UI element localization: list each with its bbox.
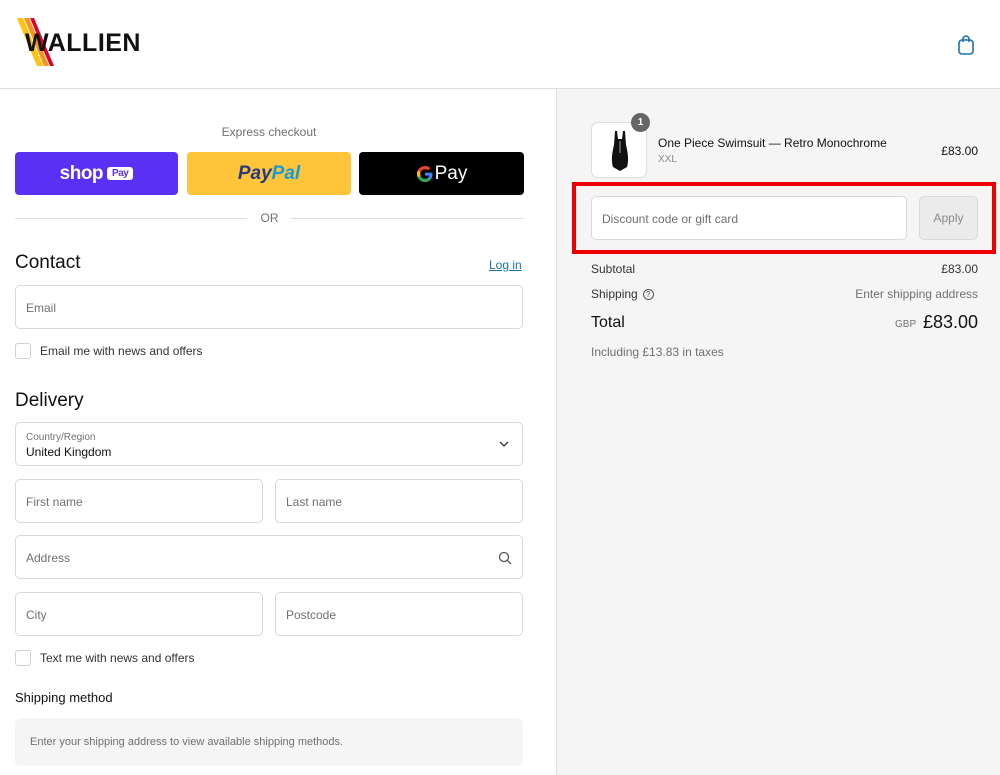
sms-news-option[interactable]: Text me with news and offers [15,650,195,666]
product-name: One Piece Swimsuit — Retro Monochrome [658,136,887,150]
search-icon [498,551,512,565]
checkout-form: Express checkout shop Pay PayPal Pay OR C… [0,89,556,775]
subtotal-row: Subtotal £83.00 [591,262,978,276]
brand-logo[interactable]: WALLIEN [15,16,141,68]
google-g-icon [416,165,433,182]
product-price: £83.00 [941,144,978,158]
subtotal-value: £83.00 [941,262,978,276]
google-pay-button[interactable]: Pay [359,152,524,195]
tax-note: Including £13.83 in taxes [591,345,724,359]
or-divider: OR [15,210,524,226]
express-checkout-label: Express checkout [221,125,317,139]
sms-news-label: Text me with news and offers [40,651,195,665]
shipping-method-placeholder: Enter your shipping address to view avai… [30,736,344,748]
email-field[interactable]: Email [15,285,523,329]
quantity-badge: 1 [631,113,650,132]
total-value: £83.00 [922,312,978,332]
country-select[interactable]: Country/Region United Kingdom [15,422,523,466]
help-circle-icon[interactable]: ? [642,289,654,301]
last-name-field[interactable]: Last name [275,479,523,523]
shopping-bag-icon[interactable] [956,34,976,56]
email-news-checkbox[interactable] [15,343,31,359]
city-field[interactable]: City [15,592,263,636]
header: WALLIEN [0,0,1000,89]
paypal-button[interactable]: PayPal [187,152,351,195]
shipping-method-title: Shipping method [15,690,113,705]
apply-discount-button[interactable]: Apply [919,196,978,240]
log-in-link[interactable]: Log in [489,258,522,272]
contact-title: Contact [15,252,81,273]
address-field[interactable]: Address [15,535,523,579]
postcode-field[interactable]: Postcode [275,592,523,636]
country-label: Country/Region [26,432,96,443]
total-currency: GBP [895,319,917,330]
subtotal-label: Subtotal [591,262,636,276]
shipping-method-box: Enter your shipping address to view avai… [15,718,523,766]
total-label: Total [591,314,625,331]
email-news-option[interactable]: Email me with news and offers [15,343,203,359]
shop-pay-logo: shop Pay [60,163,134,185]
shipping-value: Enter shipping address [855,287,978,301]
brand-name: WALLIEN [25,29,141,57]
shop-pay-button[interactable]: shop Pay [15,152,178,195]
product-variant: XXL [658,154,677,165]
paypal-logo: PayPal [237,162,301,184]
shipping-label: Shipping [591,287,638,301]
shipping-row: Shipping? Enter shipping address [591,287,978,301]
first-name-field[interactable]: First name [15,479,263,523]
discount-code-field[interactable]: Discount code or gift card [591,196,907,240]
sms-news-checkbox[interactable] [15,650,31,666]
delivery-title: Delivery [15,390,84,411]
order-summary: 1 One Piece Swimsuit — Retro Monochrome … [556,89,1000,775]
email-news-label: Email me with news and offers [40,344,203,358]
google-pay-logo: Pay [416,163,467,185]
country-value: United Kingdom [26,445,112,459]
chevron-down-icon [499,441,509,447]
